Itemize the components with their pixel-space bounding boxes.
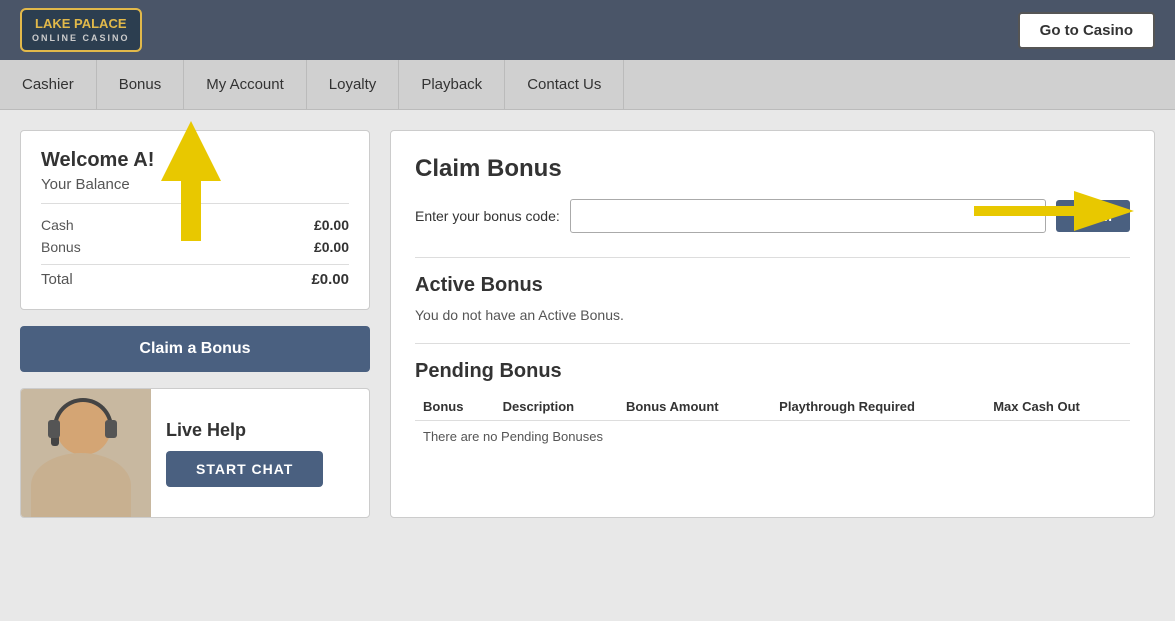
- balance-card: Welcome A! Your Balance Cash £0.00 Bonus…: [20, 130, 370, 310]
- bonus-value: £0.00: [314, 239, 349, 255]
- bonus-code-input[interactable]: [570, 199, 1046, 233]
- pending-bonus-table: Bonus Description Bonus Amount Playthrou…: [415, 393, 1130, 452]
- logo-casino: ONLINE CASINO: [32, 33, 130, 45]
- logo: LAKE PALACE ONLINE CASINO: [20, 8, 142, 53]
- welcome-suffix: !: [148, 149, 155, 171]
- cash-label: Cash: [41, 217, 74, 233]
- live-help-title: Live Help: [166, 420, 246, 441]
- nav-loyalty[interactable]: Loyalty: [307, 60, 400, 109]
- divider-2: [415, 343, 1130, 344]
- logo-box: LAKE PALACE ONLINE CASINO: [20, 8, 142, 53]
- table-header: Bonus Description Bonus Amount Playthrou…: [415, 393, 1130, 421]
- bonus-label: Bonus: [41, 239, 81, 255]
- start-chat-button[interactable]: START CHAT: [166, 451, 323, 487]
- navigation: Cashier Bonus My Account Loyalty Playbac…: [0, 60, 1175, 110]
- divider-1: [415, 257, 1130, 258]
- total-row: Total £0.00: [41, 264, 349, 291]
- welcome-heading: Welcome A!: [41, 149, 349, 172]
- header: LAKE PALACE ONLINE CASINO Go to Casino: [0, 0, 1175, 60]
- bonus-code-row: Enter your bonus code: Claim: [415, 199, 1130, 233]
- bonus-code-label: Enter your bonus code:: [415, 208, 560, 224]
- right-panel: Claim Bonus Enter your bonus code: Claim…: [390, 130, 1155, 518]
- bonus-row: Bonus £0.00: [41, 236, 349, 258]
- active-bonus-title: Active Bonus: [415, 274, 1130, 297]
- left-panel: Welcome A! Your Balance Cash £0.00 Bonus…: [20, 130, 370, 518]
- claim-bonus-title: Claim Bonus: [415, 155, 1130, 183]
- nav-contact-us[interactable]: Contact Us: [505, 60, 624, 109]
- your-balance-label: Your Balance: [41, 176, 349, 204]
- col-bonus: Bonus: [415, 393, 495, 421]
- nav-playback[interactable]: Playback: [399, 60, 505, 109]
- live-help-content: Live Help START CHAT: [151, 410, 338, 497]
- claim-button[interactable]: Claim: [1056, 200, 1130, 232]
- pending-bonus-title: Pending Bonus: [415, 360, 1130, 383]
- total-label: Total: [41, 271, 73, 288]
- table-row: There are no Pending Bonuses: [415, 421, 1130, 453]
- nav-cashier[interactable]: Cashier: [0, 60, 97, 109]
- main-content: Welcome A! Your Balance Cash £0.00 Bonus…: [0, 110, 1175, 538]
- col-bonus-amount: Bonus Amount: [618, 393, 771, 421]
- live-help-image: [21, 388, 151, 518]
- live-help-card: Live Help START CHAT: [20, 388, 370, 518]
- col-playthrough: Playthrough Required: [771, 393, 985, 421]
- cash-value: £0.00: [314, 217, 349, 233]
- col-max-cash-out: Max Cash Out: [985, 393, 1130, 421]
- nav-my-account[interactable]: My Account: [184, 60, 307, 109]
- nav-bonus[interactable]: Bonus: [97, 60, 185, 109]
- logo-lake: LAKE PALACE: [32, 16, 130, 33]
- claim-a-bonus-button[interactable]: Claim a Bonus: [20, 326, 370, 372]
- no-active-bonus-text: You do not have an Active Bonus.: [415, 307, 1130, 323]
- table-body: There are no Pending Bonuses: [415, 421, 1130, 453]
- go-to-casino-button[interactable]: Go to Casino: [1018, 12, 1155, 49]
- cash-row: Cash £0.00: [41, 214, 349, 236]
- col-description: Description: [495, 393, 618, 421]
- no-pending-text: There are no Pending Bonuses: [415, 421, 1130, 453]
- live-help-inner: Live Help START CHAT: [21, 389, 369, 517]
- total-value: £0.00: [311, 271, 349, 288]
